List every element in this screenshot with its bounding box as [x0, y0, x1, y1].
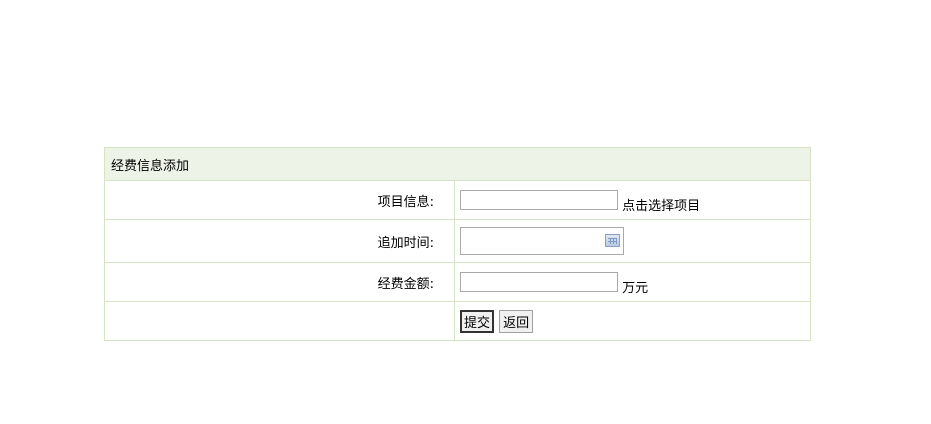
- calendar-icon[interactable]: [605, 234, 620, 247]
- back-button[interactable]: 返回: [499, 309, 534, 333]
- select-project-link[interactable]: 点击选择项目: [622, 199, 700, 214]
- actions-cell: 提交 返回: [454, 301, 811, 341]
- amount-unit: 万元: [622, 281, 649, 296]
- actions-row: 提交 返回: [104, 301, 811, 341]
- submit-button[interactable]: 提交: [460, 309, 495, 333]
- amount-field-cell: 万元: [454, 262, 811, 302]
- form-title: 经费信息添加: [104, 147, 811, 181]
- fund-add-form: 经费信息添加 项目信息: 点击选择项目 追加时间: 经费金额: 万元 提交 返回: [104, 147, 811, 341]
- date-label: 追加时间:: [104, 219, 455, 263]
- amount-label: 经费金额:: [104, 262, 455, 302]
- project-field-cell: 点击选择项目: [454, 180, 811, 220]
- amount-input[interactable]: [460, 272, 618, 292]
- project-label: 项目信息:: [104, 180, 455, 220]
- date-field-cell: [454, 219, 811, 263]
- project-row: 项目信息: 点击选择项目: [104, 180, 811, 220]
- form-header-row: 经费信息添加: [104, 147, 811, 181]
- amount-row: 经费金额: 万元: [104, 262, 811, 302]
- date-picker[interactable]: [460, 227, 624, 255]
- date-row: 追加时间:: [104, 219, 811, 263]
- project-input[interactable]: [460, 190, 618, 210]
- date-input[interactable]: [460, 227, 624, 255]
- actions-empty-cell: [104, 301, 455, 341]
